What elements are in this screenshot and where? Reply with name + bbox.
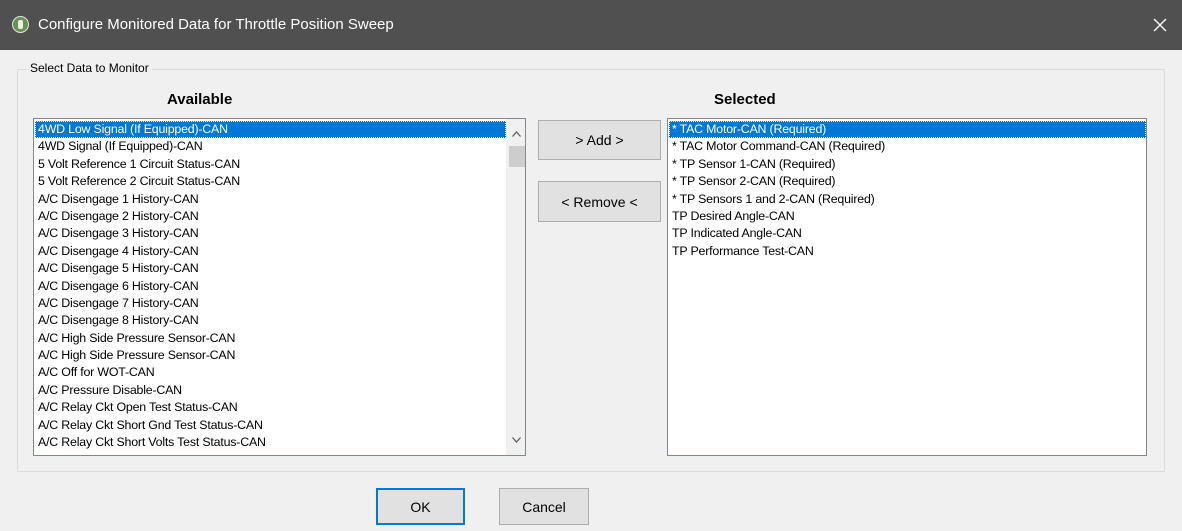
available-list-item[interactable]: 5 Volt Reference 1 Circuit Status-CAN bbox=[35, 156, 506, 173]
available-list-item[interactable]: A/C Relay Ckt Open Test Status-CAN bbox=[35, 399, 506, 416]
groupbox-label: Select Data to Monitor bbox=[27, 61, 152, 75]
chevron-down-icon bbox=[512, 436, 521, 443]
available-heading: Available bbox=[167, 91, 233, 108]
scroll-up-button[interactable] bbox=[507, 124, 525, 143]
selected-list-item[interactable]: * TP Sensor 1-CAN (Required) bbox=[669, 156, 1146, 173]
available-list-item[interactable]: A/C Relay Ckt Short Volts Test Status-CA… bbox=[35, 434, 506, 451]
available-list-item[interactable]: A/C Relay Ckt Short Gnd Test Status-CAN bbox=[35, 417, 506, 434]
available-listbox[interactable]: 4WD Low Signal (If Equipped)-CAN 4WD Sign… bbox=[33, 118, 526, 456]
selected-list-item[interactable]: * TP Sensor 2-CAN (Required) bbox=[669, 173, 1146, 190]
selected-list-item[interactable]: * TAC Motor Command-CAN (Required) bbox=[669, 138, 1146, 155]
available-items: 4WD Low Signal (If Equipped)-CAN 4WD Sign… bbox=[35, 121, 506, 451]
selected-list-item[interactable]: TP Performance Test-CAN bbox=[669, 243, 1146, 260]
chevron-up-icon bbox=[512, 130, 521, 137]
window-title: Configure Monitored Data for Throttle Po… bbox=[38, 16, 394, 33]
selected-list-item[interactable]: TP Desired Angle-CAN bbox=[669, 208, 1146, 225]
cancel-button[interactable]: Cancel bbox=[499, 488, 589, 525]
available-scrollbar[interactable] bbox=[506, 119, 525, 455]
selected-items: * TAC Motor-CAN (Required) * TAC Motor Co… bbox=[669, 121, 1146, 260]
title-bar: Configure Monitored Data for Throttle Po… bbox=[0, 0, 1182, 50]
available-list-item[interactable]: A/C Disengage 1 History-CAN bbox=[35, 191, 506, 208]
available-list-item[interactable]: A/C Disengage 8 History-CAN bbox=[35, 312, 506, 329]
available-list-item[interactable]: A/C Disengage 3 History-CAN bbox=[35, 225, 506, 242]
scroll-thumb[interactable] bbox=[509, 146, 525, 167]
selected-list-item[interactable]: * TP Sensors 1 and 2-CAN (Required) bbox=[669, 191, 1146, 208]
add-button[interactable]: > Add > bbox=[538, 120, 661, 160]
available-list-item[interactable]: A/C High Side Pressure Sensor-CAN bbox=[35, 347, 506, 364]
available-list-item[interactable]: A/C Disengage 6 History-CAN bbox=[35, 278, 506, 295]
remove-button[interactable]: < Remove < bbox=[538, 181, 661, 222]
available-list-item[interactable]: A/C Disengage 5 History-CAN bbox=[35, 260, 506, 277]
available-list-item[interactable]: 5 Volt Reference 2 Circuit Status-CAN bbox=[35, 173, 506, 190]
available-list-item[interactable]: A/C Pressure Disable-CAN bbox=[35, 382, 506, 399]
available-list-item[interactable]: 4WD Signal (If Equipped)-CAN bbox=[35, 138, 506, 155]
available-list-item[interactable]: A/C Disengage 7 History-CAN bbox=[35, 295, 506, 312]
scroll-down-button[interactable] bbox=[507, 430, 525, 449]
app-icon bbox=[12, 16, 29, 33]
selected-listbox[interactable]: * TAC Motor-CAN (Required) * TAC Motor Co… bbox=[667, 118, 1147, 456]
close-icon bbox=[1153, 18, 1167, 32]
available-list-item[interactable]: 4WD Low Signal (If Equipped)-CAN bbox=[35, 121, 506, 139]
available-list-item[interactable]: A/C Off for WOT-CAN bbox=[35, 364, 506, 381]
available-list-item[interactable]: A/C High Side Pressure Sensor-CAN bbox=[35, 330, 506, 347]
selected-heading: Selected bbox=[714, 91, 776, 108]
selected-list-item[interactable]: * TAC Motor-CAN (Required) bbox=[669, 121, 1146, 139]
selected-list-item[interactable]: TP Indicated Angle-CAN bbox=[669, 225, 1146, 242]
close-button[interactable] bbox=[1138, 0, 1182, 50]
available-list-item[interactable]: A/C Disengage 4 History-CAN bbox=[35, 243, 506, 260]
available-list-item[interactable]: A/C Disengage 2 History-CAN bbox=[35, 208, 506, 225]
ok-button[interactable]: OK bbox=[376, 488, 465, 525]
